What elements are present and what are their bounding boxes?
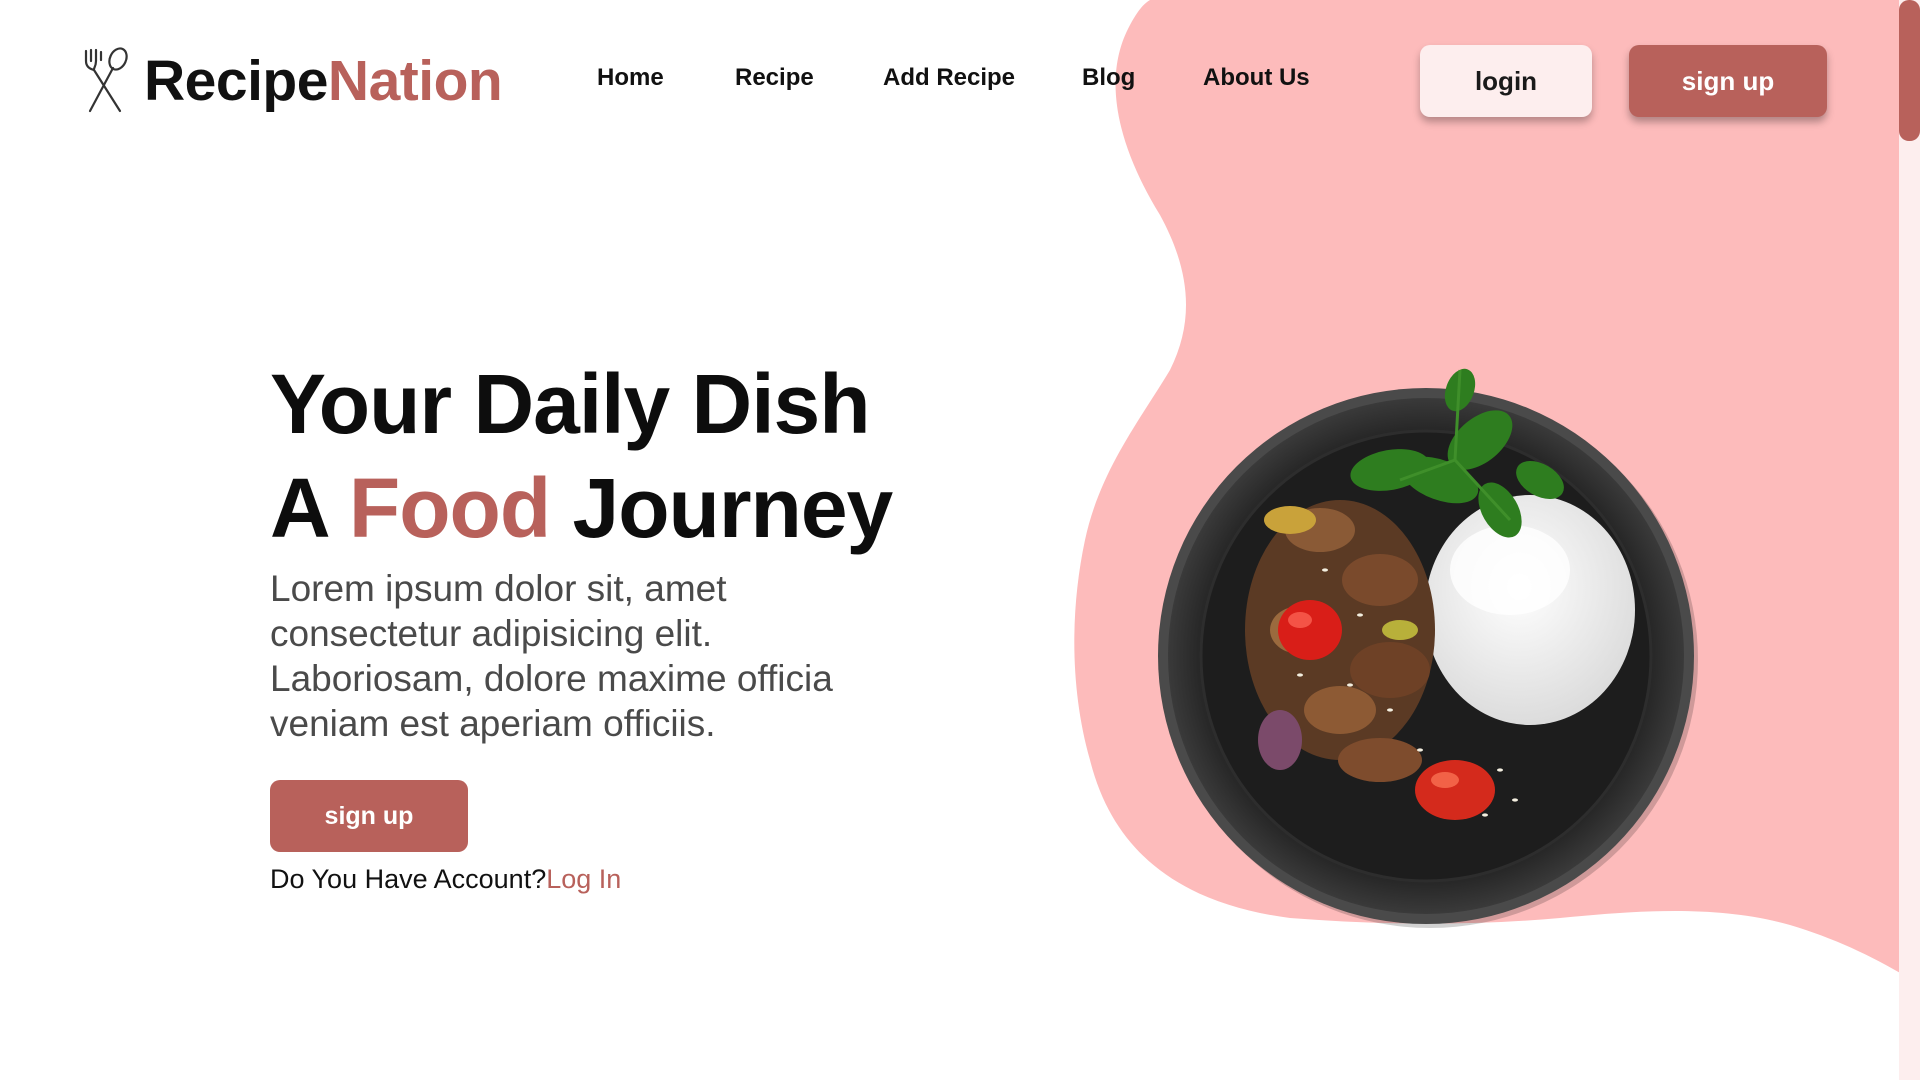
scrollbar-thumb[interactable] [1899, 0, 1920, 141]
login-link[interactable]: Log In [546, 864, 621, 894]
header-signup-button[interactable]: sign up [1629, 45, 1827, 117]
hero-title-line1: Your Daily Dish [270, 357, 871, 451]
landing-page: RecipeNation Home Recipe Add Recipe Blog… [0, 0, 1920, 1080]
nav-item-about-us[interactable]: About Us [1203, 64, 1310, 92]
hero-signup-button[interactable]: sign up [270, 780, 468, 852]
hero-title-word-journey: Journey [572, 461, 893, 555]
hero-title-accent-word: Food [348, 461, 551, 555]
hero-title: Your Daily Dish A Food Journey [270, 352, 893, 560]
hero-description: Lorem ipsum dolor sit, amet consectetur … [270, 568, 833, 744]
nav-item-recipe[interactable]: Recipe [735, 64, 814, 92]
nav-item-blog[interactable]: Blog [1082, 64, 1135, 92]
hero-title-word-a: A [270, 461, 328, 555]
nav-item-home[interactable]: Home [597, 64, 664, 92]
brand-name-part2: Nation [327, 48, 503, 113]
fork-and-spoon-icon [84, 47, 128, 113]
brand-logo[interactable]: RecipeNation [80, 46, 503, 116]
nav-item-add-recipe[interactable]: Add Recipe [883, 64, 1015, 92]
vertical-scrollbar[interactable] [1899, 0, 1920, 1080]
hero-title-line2: A Food Journey [270, 456, 893, 560]
brand-name-part1: Recipe [144, 48, 328, 113]
account-prompt: Do You Have Account?Log In [270, 864, 621, 895]
food-plate-image [1158, 368, 1698, 928]
account-question: Do You Have Account? [270, 864, 547, 894]
login-button[interactable]: login [1420, 45, 1592, 117]
